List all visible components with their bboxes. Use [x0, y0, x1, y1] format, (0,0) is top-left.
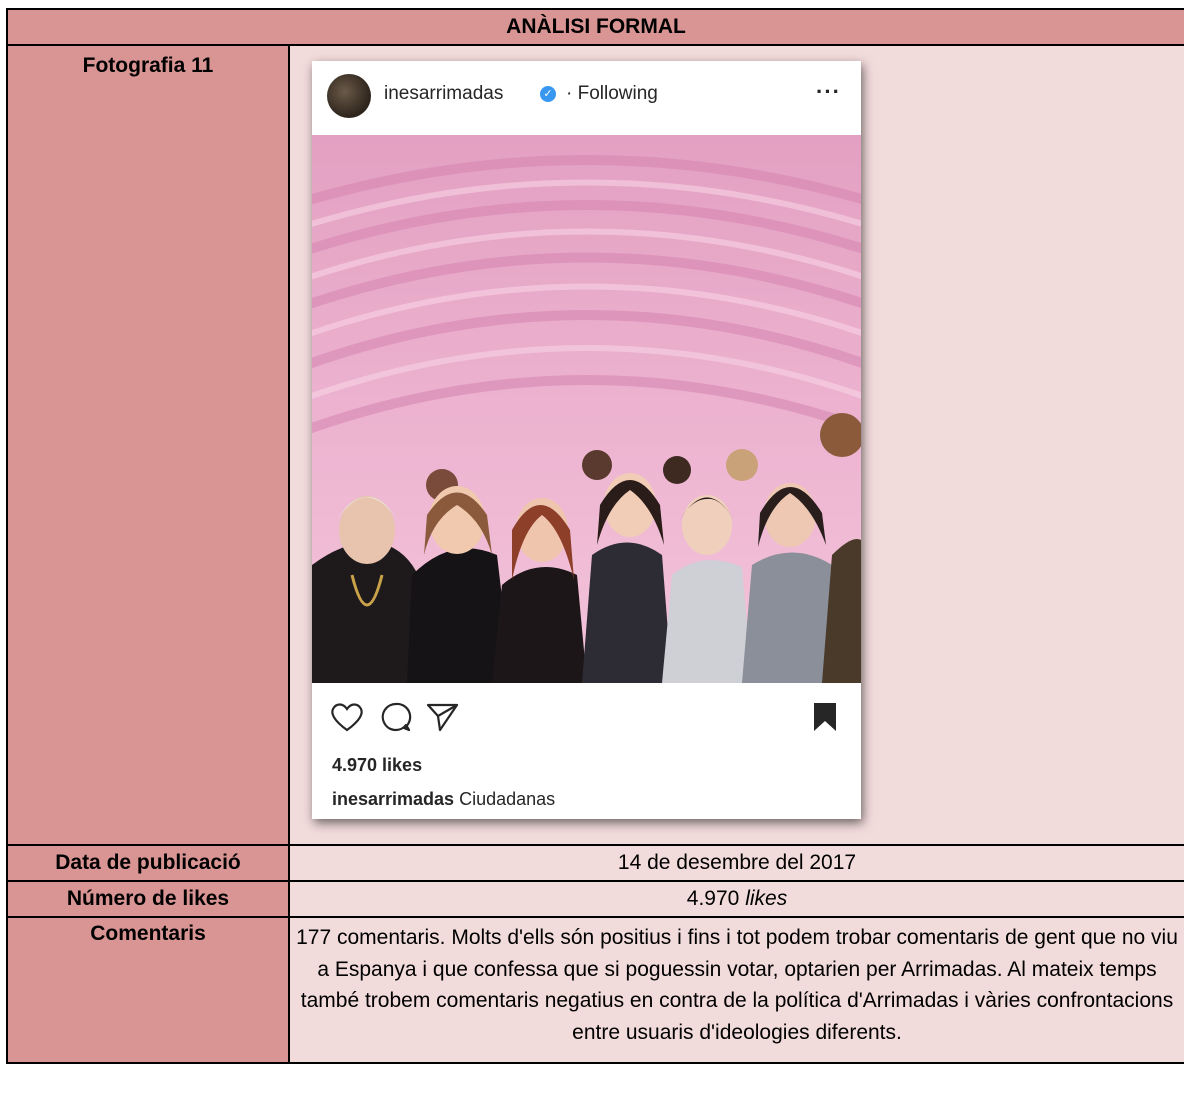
- verified-badge-icon: ✓: [540, 86, 556, 102]
- separator: ·: [566, 83, 573, 104]
- document-page: ANÀLISI FORMAL Fotografia 11 Data de pub…: [0, 0, 1184, 1097]
- table-title: ANÀLISI FORMAL: [6, 8, 1184, 46]
- post-likes[interactable]: 4.970 likes: [332, 755, 422, 776]
- follow-label: Following: [577, 83, 658, 104]
- avatar[interactable]: [327, 74, 371, 118]
- more-options-icon[interactable]: ···: [816, 79, 841, 105]
- post-username[interactable]: inesarrimadas: [384, 83, 503, 105]
- post-header: inesarrimadas ✓ · Following ···: [312, 61, 861, 135]
- post-photo[interactable]: [312, 135, 861, 683]
- bookmark-icon[interactable]: [812, 701, 838, 733]
- instagram-post: inesarrimadas ✓ · Following ··· 4.970 li…: [312, 61, 861, 819]
- comment-icon[interactable]: [380, 701, 412, 733]
- follow-status[interactable]: · Following: [566, 83, 658, 105]
- comments-value: 177 comentaris. Molts d'ells són positiu…: [288, 916, 1184, 1064]
- photo-label: Fotografia 11: [6, 44, 290, 846]
- heart-icon[interactable]: [330, 701, 364, 733]
- date-value: 14 de desembre del 2017: [288, 844, 1184, 882]
- post-actions: 4.970 likes inesarrimadas Ciudadanas: [312, 683, 861, 819]
- date-label: Data de publicació: [6, 844, 290, 882]
- comments-label: Comentaris: [6, 916, 290, 1064]
- post-caption: inesarrimadas Ciudadanas: [332, 789, 555, 810]
- likes-label: Número de likes: [6, 880, 290, 918]
- likes-unit: likes: [745, 887, 788, 910]
- caption-text: Ciudadanas: [459, 789, 556, 809]
- likes-value: 4.970 likes: [288, 880, 1184, 918]
- share-icon[interactable]: [426, 701, 460, 733]
- group-photo-illustration: [312, 135, 861, 683]
- caption-username[interactable]: inesarrimadas: [332, 789, 454, 809]
- likes-number: 4.970: [686, 887, 740, 910]
